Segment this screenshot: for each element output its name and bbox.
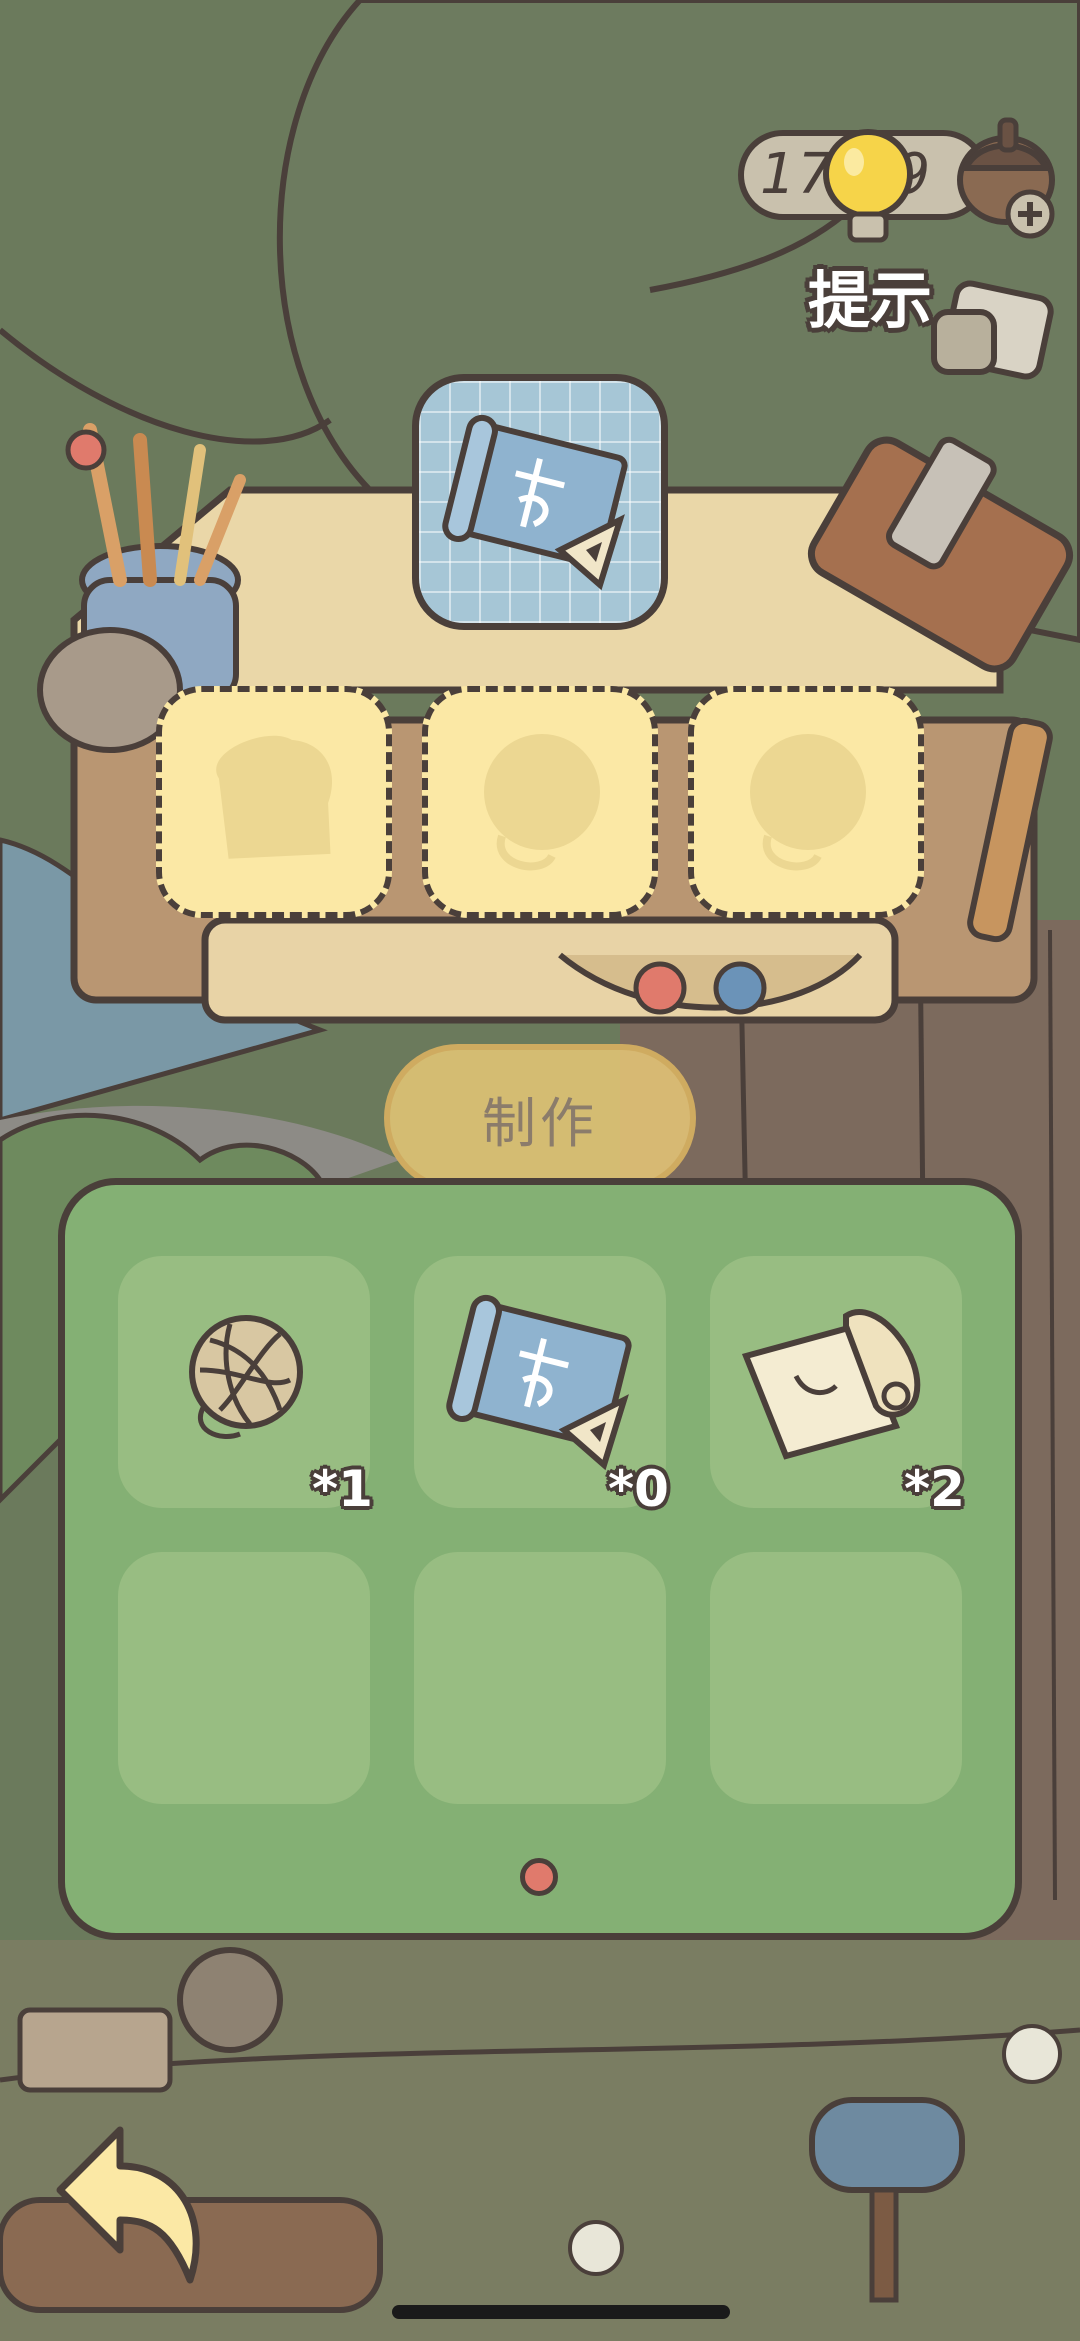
inventory-slot-empty[interactable] (118, 1552, 370, 1804)
home-indicator[interactable] (392, 2305, 730, 2319)
blueprint-quantity: *0 (608, 1460, 669, 1518)
inventory-slot-empty[interactable] (710, 1552, 962, 1804)
yarn-silhouette-icon (750, 734, 866, 871)
hint-bulb-icon (823, 129, 913, 243)
back-arrow-icon[interactable] (40, 2110, 210, 2290)
hint-book-icon[interactable] (928, 272, 1058, 392)
scroll-quantity: *2 (904, 1460, 965, 1518)
inventory-slot-empty[interactable] (414, 1552, 666, 1804)
blueprint-icon (442, 414, 628, 591)
yarn-ball-icon (189, 1315, 303, 1439)
page-indicator-dot (520, 1858, 558, 1896)
yarn-silhouette-icon (484, 734, 600, 871)
make-button[interactable]: 制作 (384, 1044, 696, 1192)
blueprint-icon (446, 1294, 632, 1471)
make-button-label: 制作 (482, 1091, 598, 1155)
acorn-add-icon[interactable] (950, 110, 1070, 240)
hint-button[interactable]: 提示 (808, 250, 932, 340)
bread-silhouette-icon (216, 735, 332, 859)
yarn-quantity: *1 (312, 1460, 373, 1518)
paper-scroll-icon (741, 1309, 921, 1460)
